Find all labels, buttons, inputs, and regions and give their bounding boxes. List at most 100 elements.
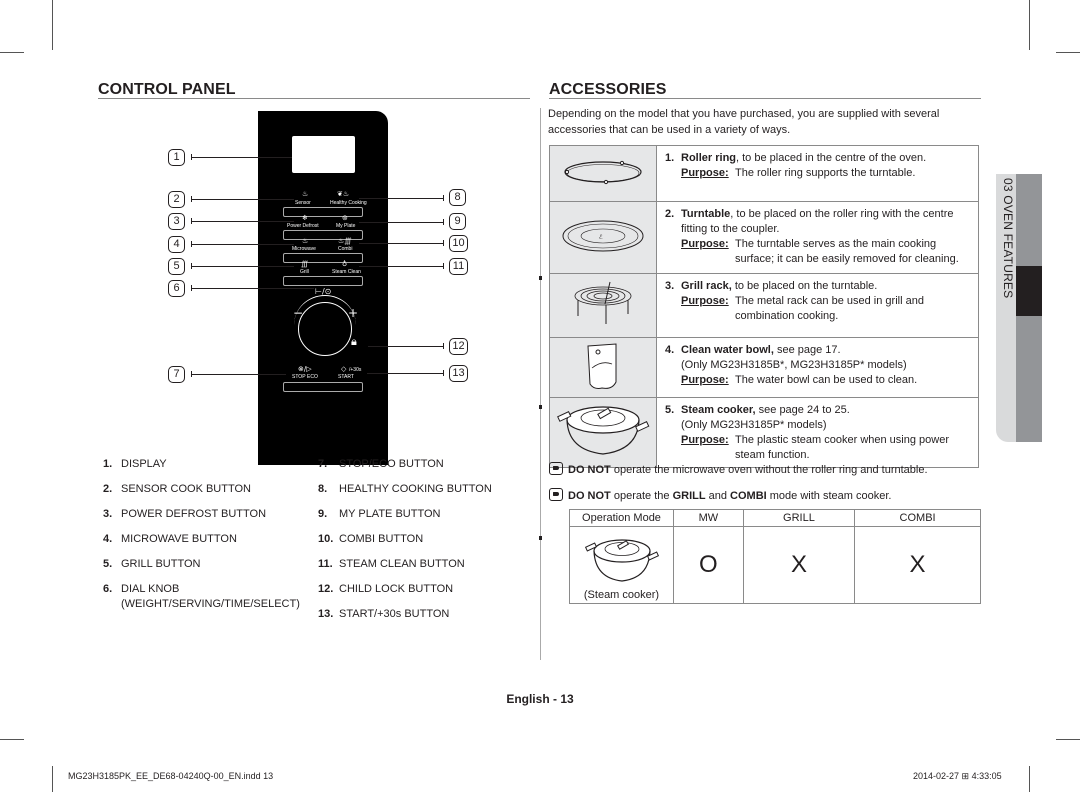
crop-mark (1029, 0, 1030, 50)
panel-label-combi: Combi (338, 246, 353, 252)
leader-line (359, 222, 443, 223)
dial-knob (298, 302, 352, 356)
water-bowl-icon (587, 343, 617, 389)
panel-label-microwave: Microwave (292, 246, 316, 252)
crop-mark (1056, 52, 1080, 53)
callout-10: 10 (449, 235, 468, 252)
accessories-title: ACCESSORIES (549, 81, 667, 98)
column-mark (539, 276, 542, 280)
legend-item: 3. POWER DEFROST BUTTON (103, 508, 267, 520)
leader-line (191, 199, 294, 200)
legend-item: 7. STOP/ECO BUTTON (318, 458, 444, 470)
column-mark (539, 405, 542, 409)
child-lock-icon: 🔒︎ (351, 335, 357, 348)
legend-item-continuation: (WEIGHT/SERVING/TIME/SELECT) (121, 598, 300, 610)
callout-1: 1 (168, 149, 185, 166)
panel-label-my-plate: My Plate (336, 223, 356, 229)
column-divider (540, 108, 541, 660)
mode-table-header: Operation Mode MW GRILL COMBI (569, 509, 981, 527)
panel-label-start: START (338, 374, 354, 380)
callout-5: 5 (168, 258, 185, 275)
healthy-cooking-icon: ❦♨ (337, 190, 350, 198)
accessory-row: ℰ 2. Turntable, to be placed on the rolle… (549, 201, 979, 274)
stop-eco-icon: ⊗/▷ (298, 365, 312, 373)
crop-mark (1056, 739, 1080, 740)
turntable-image: ℰ (549, 201, 657, 274)
note-steam-cooker: DO NOT operate the GRILL and COMBI mode … (549, 488, 891, 502)
legend-item: 8. HEALTHY COOKING BUTTON (318, 483, 492, 495)
panel-label-plus30: /+30s (349, 367, 362, 373)
callout-4: 4 (168, 236, 185, 253)
legend-item: 9. MY PLATE BUTTON (318, 508, 441, 520)
leader-line (191, 374, 286, 375)
panel-label-power-defrost: Power Defrost (287, 223, 319, 229)
leader-tick (443, 263, 444, 269)
accessory-row: 3. Grill rack, to be placed on the turnta… (549, 273, 979, 338)
panel-label-stop: STOP (292, 374, 306, 380)
leader-line (191, 244, 294, 245)
leader-line (359, 266, 443, 267)
callout-2: 2 (168, 191, 185, 208)
button-row-4 (283, 276, 363, 286)
accessory-description: 2. Turntable, to be placed on the roller … (656, 201, 979, 274)
crop-mark (52, 0, 53, 50)
accessory-row: 4. Clean water bowl, see page 17. (Only M… (549, 337, 979, 398)
column-mark (539, 536, 542, 540)
grill-value: X (742, 526, 856, 604)
accessory-row: 5. Steam cooker, see page 24 to 25. (Only… (549, 397, 979, 468)
leader-tick (443, 343, 444, 349)
callout-11: 11 (449, 258, 468, 275)
leader-line (191, 266, 294, 267)
crop-mark (0, 52, 24, 53)
page-number: English - 13 (506, 692, 574, 706)
svg-text:ℰ: ℰ (599, 234, 603, 241)
grill-icon: ∭ (301, 260, 309, 268)
leader-line (359, 243, 443, 244)
legend-item: 4. MICROWAVE BUTTON (103, 533, 237, 545)
weight-time-icon: ⊢/⊙ (315, 287, 332, 296)
panel-label-healthy-cooking: Healthy Cooking (330, 200, 367, 206)
control-panel-title: CONTROL PANEL (98, 81, 236, 98)
leader-tick (443, 219, 444, 225)
legend-item: 2. SENSOR COOK BUTTON (103, 483, 251, 495)
note-roller-ring: DO NOT operate the microwave oven withou… (549, 462, 928, 476)
header-mw: MW (673, 509, 744, 527)
leader-line (191, 221, 294, 222)
crop-mark (1029, 766, 1030, 792)
button-row-1 (283, 207, 363, 217)
leader-line (191, 288, 314, 289)
steam-clean-icon: ♁ (342, 260, 348, 268)
operation-mode-table: Operation Mode MW GRILL COMBI (Steam coo… (569, 509, 981, 604)
roller-ring-image (549, 145, 657, 202)
callout-6: 6 (168, 280, 185, 297)
callout-3: 3 (168, 213, 185, 230)
panel-label-steam-clean: Steam Clean (332, 269, 361, 275)
steam-cooker-cell: (Steam cooker) (569, 526, 674, 604)
legend-item: 6. DIAL KNOB (103, 583, 180, 595)
grill-rack-icon (574, 281, 632, 324)
leader-tick (443, 195, 444, 201)
title-rule (98, 98, 530, 99)
legend-item: 12. CHILD LOCK BUTTON (318, 583, 454, 595)
button-row-3 (283, 253, 363, 263)
callout-7: 7 (168, 366, 185, 383)
mw-value: O (673, 526, 744, 604)
accessory-description: 1. Roller ring, to be placed in the centr… (656, 145, 979, 202)
chapter-tab-active-marker (1016, 266, 1042, 316)
leader-line (367, 373, 443, 374)
header-grill: GRILL (742, 509, 856, 527)
accessories-intro: Depending on the model that you have pur… (548, 108, 940, 136)
accessory-row: 1. Roller ring, to be placed in the centr… (549, 145, 979, 202)
header-combi: COMBI (854, 509, 981, 527)
steam-cooker-caption: (Steam cooker) (583, 589, 660, 601)
water-bowl-image (549, 337, 657, 398)
hand-pointer-icon (549, 462, 563, 475)
hand-pointer-icon (549, 488, 563, 501)
accessory-description: 3. Grill rack, to be placed on the turnta… (656, 273, 979, 338)
start-icon: ◇ (341, 365, 347, 373)
file-slug: MG23H3185PK_EE_DE68-04240Q-00_EN.indd 13 (68, 771, 274, 781)
print-timestamp: 2014-02-27 ⊞ 4:33:05 (913, 771, 1002, 781)
grill-rack-image (549, 273, 657, 338)
steam-cooker-icon (557, 406, 650, 455)
roller-ring-icon (564, 160, 642, 185)
